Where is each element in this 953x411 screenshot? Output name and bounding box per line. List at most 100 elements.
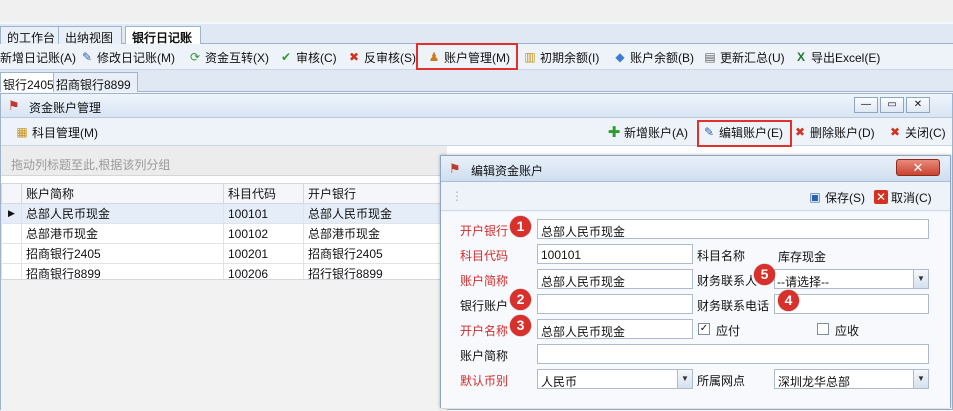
- table-cell: 100101: [223, 203, 304, 224]
- short-name2-label: 账户简称: [460, 349, 509, 363]
- currency-select[interactable]: 人民币 ▼: [537, 369, 693, 389]
- cancel-button[interactable]: ✕ 取消(C): [874, 188, 932, 206]
- account-mgmt-highlight: [416, 43, 518, 70]
- dialog-toolbar: ⋮ ▣ 保存(S) ✕ 取消(C): [441, 183, 950, 211]
- chevron-down-icon[interactable]: ▼: [913, 270, 928, 288]
- branch-label: 所属网点: [697, 374, 746, 388]
- unaudit-label: 反审核(S): [364, 50, 416, 65]
- maximize-icon[interactable]: ▭: [880, 97, 904, 113]
- tab-bank-8899[interactable]: 招商银行8899: [53, 72, 138, 92]
- currency-value: 人民币: [541, 375, 578, 389]
- table-row[interactable]: ▶ 总部人民币现金 100101 总部人民币现金: [1, 203, 448, 224]
- close-button[interactable]: ✖ 关闭(C): [888, 123, 946, 141]
- row-indicator: [1, 243, 22, 264]
- refresh-icon: ⟳: [189, 50, 201, 64]
- audit-label: 审核(C): [296, 50, 337, 65]
- app-icon: ⚑: [8, 98, 20, 113]
- edit-account-highlight: [697, 120, 792, 147]
- minimize-icon[interactable]: —: [854, 97, 878, 113]
- bank-field[interactable]: 总部人民币现金: [537, 219, 929, 239]
- excel-icon: X: [796, 50, 805, 64]
- column-header[interactable]: 账户简称: [21, 183, 224, 204]
- table-row[interactable]: 招商银行2405 100201 招商银行2405: [1, 243, 448, 264]
- table-cell: 总部港币现金: [303, 223, 448, 244]
- transfer-button[interactable]: ⟳ 资金互转(X): [188, 48, 269, 66]
- add-account-label: 新增账户(A): [624, 125, 688, 140]
- dialog-close-button[interactable]: ✕: [896, 159, 940, 176]
- dialog-title: 编辑资金账户: [471, 164, 544, 178]
- audit-button[interactable]: ✔ 审核(C): [279, 48, 337, 66]
- callout-badge-1: 1: [510, 216, 531, 237]
- group-by-hint: 拖动列标题至此,根据该列分组: [1, 146, 447, 176]
- tab-workbench[interactable]: 的工作台: [0, 26, 65, 45]
- pencil-icon: ✎: [81, 50, 93, 64]
- row-indicator: [1, 223, 22, 244]
- cross-icon: ✖: [794, 125, 806, 139]
- account-grid: 账户简称 科目代码 开户银行 ▶ 总部人民币现金 100101 总部人民币现金 …: [1, 183, 448, 284]
- table-cell: 招商银行2405: [303, 243, 448, 264]
- window-title: 资金账户管理: [29, 101, 102, 115]
- subject-mgmt-label: 科目管理(M): [32, 125, 98, 140]
- update-summary-label: 更新汇总(U): [720, 50, 785, 65]
- cancel-label: 取消(C): [891, 190, 932, 205]
- close-label: 关闭(C): [905, 125, 946, 140]
- close-icon[interactable]: ✕: [906, 97, 930, 113]
- save-icon: ▣: [809, 190, 821, 204]
- table-cell: 总部港币现金: [21, 223, 224, 244]
- close-icon: ✖: [889, 125, 901, 139]
- opening-balance-label: 初期余额(I): [540, 50, 600, 65]
- column-header[interactable]: 开户银行: [303, 183, 448, 204]
- coins-icon: ◆: [615, 50, 625, 64]
- table-cell: 100102: [223, 223, 304, 244]
- subject-icon: ▦: [16, 125, 28, 139]
- account-balance-button[interactable]: ◆ 账户余额(B): [613, 48, 694, 66]
- tab-bank-2405[interactable]: 银行2405: [0, 72, 61, 92]
- bank-account-field[interactable]: [537, 294, 693, 314]
- new-entry-button[interactable]: 新增日记账(A): [0, 48, 76, 66]
- app-icon: ⚑: [449, 161, 461, 176]
- chevron-down-icon[interactable]: ▼: [677, 370, 692, 388]
- finance-contact-select[interactable]: --请选择-- ▼: [774, 269, 929, 289]
- payable-label: 应付: [716, 324, 741, 338]
- tab-cashier-view[interactable]: 出纳视图: [58, 26, 123, 45]
- edit-entry-label: 修改日记账(M): [97, 50, 175, 65]
- new-entry-label: 新增日记账(A): [0, 50, 76, 65]
- subject-name-field: 库存现金: [774, 244, 929, 264]
- subject-code-field[interactable]: 100101: [537, 244, 693, 264]
- bank-label: 开户银行: [460, 224, 509, 238]
- chevron-down-icon[interactable]: ▼: [913, 370, 928, 388]
- unaudit-button[interactable]: ✖ 反审核(S): [347, 48, 416, 66]
- table-cell: 总部人民币现金: [21, 203, 224, 224]
- tab-bank-journal[interactable]: 银行日记账: [125, 26, 202, 45]
- update-summary-button[interactable]: ▤ 更新汇总(U): [703, 48, 785, 66]
- subject-code-label: 科目代码: [460, 249, 509, 263]
- branch-select[interactable]: 深圳龙华总部 ▼: [774, 369, 929, 389]
- callout-badge-2: 2: [510, 289, 531, 310]
- payable-checkbox[interactable]: ✓: [698, 323, 710, 335]
- add-account-button[interactable]: ✚ 新增账户(A): [607, 123, 688, 141]
- summary-icon: ▤: [704, 50, 716, 64]
- table-row[interactable]: 总部港币现金 100102 总部港币现金: [1, 223, 448, 244]
- column-header[interactable]: 科目代码: [223, 183, 304, 204]
- dialog-form: 开户银行 总部人民币现金 科目代码 100101 科目名称 库存现金 账户简称 …: [441, 212, 950, 408]
- cross-icon: ✖: [348, 50, 360, 64]
- edit-account-dialog: ⚑ 编辑资金账户 ✕ ⋮ ▣ 保存(S) ✕ 取消(C) 开户银行 总部人民币现金 …: [440, 155, 951, 408]
- save-button[interactable]: ▣ 保存(S): [808, 188, 865, 206]
- receivable-checkbox[interactable]: [817, 323, 829, 335]
- cancel-icon: ✕: [874, 190, 888, 204]
- export-excel-button[interactable]: X 导出Excel(E): [794, 48, 880, 66]
- account-balance-label: 账户余额(B): [630, 50, 694, 65]
- currency-label: 默认币别: [460, 374, 509, 388]
- grip-icon: ⋮: [451, 189, 463, 203]
- edit-entry-button[interactable]: ✎ 修改日记账(M): [80, 48, 175, 66]
- short-name2-field[interactable]: [537, 344, 929, 364]
- short-name-field[interactable]: 总部人民币现金: [537, 269, 693, 289]
- bank-account-label: 银行账户: [460, 299, 509, 313]
- subject-mgmt-button[interactable]: ▦ 科目管理(M): [15, 123, 98, 141]
- plus-icon: ✚: [607, 124, 621, 141]
- account-name-field[interactable]: 总部人民币现金: [537, 319, 693, 339]
- grid-header: 账户简称 科目代码 开户银行: [1, 183, 448, 204]
- delete-account-button[interactable]: ✖ 删除账户(D): [793, 123, 875, 141]
- finance-phone-label: 财务联系电话: [697, 299, 770, 313]
- opening-balance-button[interactable]: ▥ 初期余额(I): [523, 48, 599, 66]
